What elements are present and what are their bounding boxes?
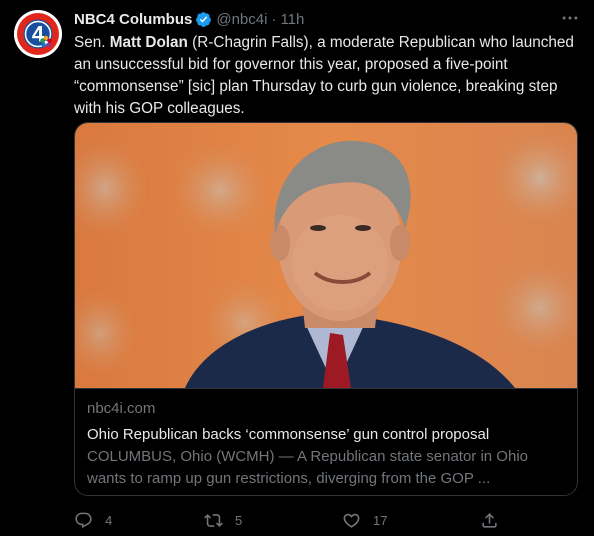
retweet-count: 5	[235, 512, 243, 528]
retweet-icon	[204, 513, 223, 527]
display-name[interactable]: NBC4 Columbus	[74, 11, 192, 28]
tweet-header: NBC4 Columbus @nbc4i · 11h	[74, 8, 574, 30]
like-icon	[343, 513, 360, 528]
reply-icon	[75, 512, 92, 528]
reply-count: 4	[105, 512, 113, 528]
tweet-text: Sen. Matt Dolan (R-Chagrin Falls), a mod…	[74, 32, 574, 120]
card-body[interactable]: nbc4i.com Ohio Republican backs ‘commons…	[75, 388, 577, 495]
action-bar: 4 5 17	[74, 506, 524, 534]
share-icon	[482, 512, 497, 528]
more-icon[interactable]	[560, 8, 580, 28]
card-domain: nbc4i.com	[87, 400, 156, 417]
avatar[interactable]: 4	[14, 10, 62, 58]
link-card[interactable]: nbc4i.com Ohio Republican backs ‘commons…	[74, 122, 578, 496]
verified-badge-icon	[196, 11, 212, 27]
retweet-button[interactable]: 5	[204, 506, 242, 534]
card-title: Ohio Republican backs ‘commonsense’ gun …	[87, 426, 490, 443]
reply-button[interactable]: 4	[74, 506, 112, 534]
like-button[interactable]: 17	[342, 506, 387, 534]
card-image[interactable]	[75, 123, 578, 388]
tweet[interactable]: 4 NBC4 Columbus @nbc4i · 11h Sen. Matt D…	[0, 0, 594, 536]
share-button[interactable]	[480, 506, 499, 534]
separator-dot: ·	[271, 10, 277, 28]
tweet-text-bold: Matt Dolan	[109, 34, 188, 51]
tweet-text-prefix: Sen.	[74, 34, 110, 51]
card-description: COLUMBUS, Ohio (WCMH) — A Republican sta…	[87, 448, 528, 487]
handle[interactable]: @nbc4i	[216, 11, 267, 28]
like-count: 17	[373, 512, 388, 528]
nbc4-logo: 4	[14, 10, 62, 58]
timestamp[interactable]: 11h	[280, 11, 304, 28]
